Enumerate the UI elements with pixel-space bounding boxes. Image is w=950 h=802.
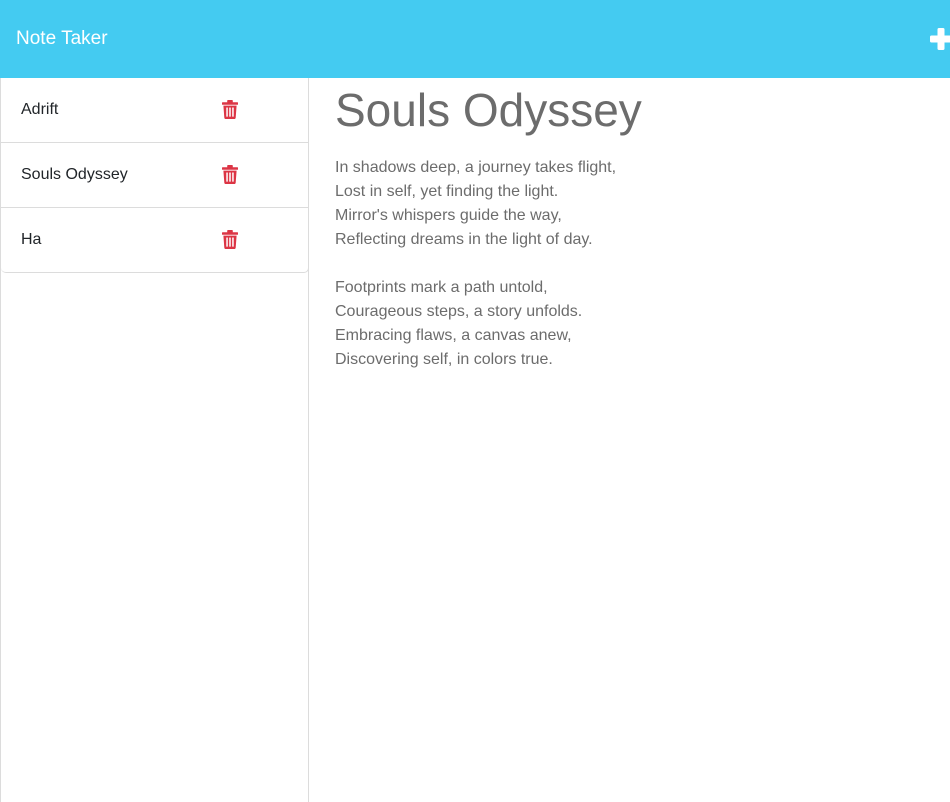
app-title-link[interactable]: Note Taker [16, 27, 108, 51]
trash-icon[interactable] [222, 165, 238, 184]
list-item[interactable]: Adrift [1, 78, 308, 143]
trash-icon[interactable] [222, 100, 238, 119]
trash-icon[interactable] [222, 230, 238, 249]
top-navbar: Note Taker [0, 0, 950, 78]
plus-icon [930, 28, 950, 50]
list-item[interactable]: Ha [1, 208, 308, 272]
note-editor: Souls Odyssey In shadows deep, a journey… [310, 78, 950, 802]
note-list: Adrift Souls Odyssey Ha [1, 78, 309, 273]
notes-sidebar: Adrift Souls Odyssey Ha [0, 78, 309, 802]
note-text-area[interactable]: In shadows deep, a journey takes flight,… [335, 156, 935, 372]
note-list-title: Ha [21, 231, 42, 248]
note-list-title: Adrift [21, 101, 59, 118]
new-note-button[interactable] [924, 22, 950, 56]
note-title-field[interactable]: Souls Odyssey [335, 82, 935, 138]
list-item[interactable]: Souls Odyssey [1, 143, 308, 208]
note-list-title: Souls Odyssey [21, 166, 128, 183]
